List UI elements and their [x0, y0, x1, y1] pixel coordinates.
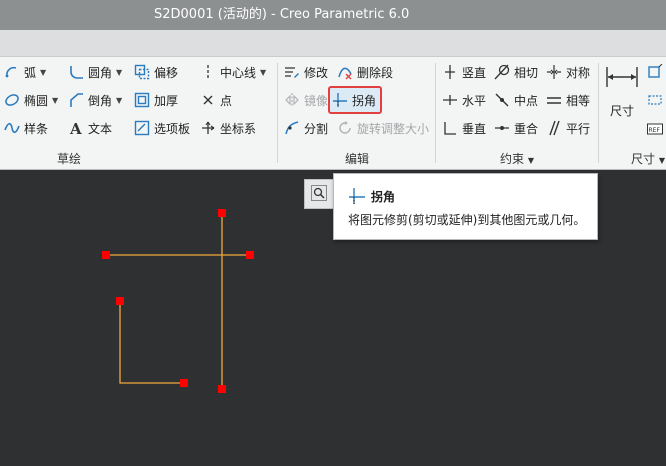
tooltip-title: 拐角 [371, 190, 396, 204]
vertex-marker[interactable] [116, 297, 124, 305]
zoom-button[interactable] [304, 179, 334, 209]
vertex-marker[interactable] [246, 251, 254, 259]
vertex-marker[interactable] [180, 379, 188, 387]
vertex-marker[interactable] [102, 251, 110, 259]
tooltip-description: 将图元修剪(剪切或延伸)到其他图元或几何。 [348, 213, 586, 227]
vertex-marker[interactable] [218, 209, 226, 217]
corner-icon [348, 187, 366, 205]
tooltip: 拐角 将图元修剪(剪切或延伸)到其他图元或几何。 [333, 173, 598, 240]
l-shape-sketch[interactable] [119, 301, 184, 384]
magnifier-icon [311, 184, 327, 204]
vertex-marker[interactable] [218, 385, 226, 393]
